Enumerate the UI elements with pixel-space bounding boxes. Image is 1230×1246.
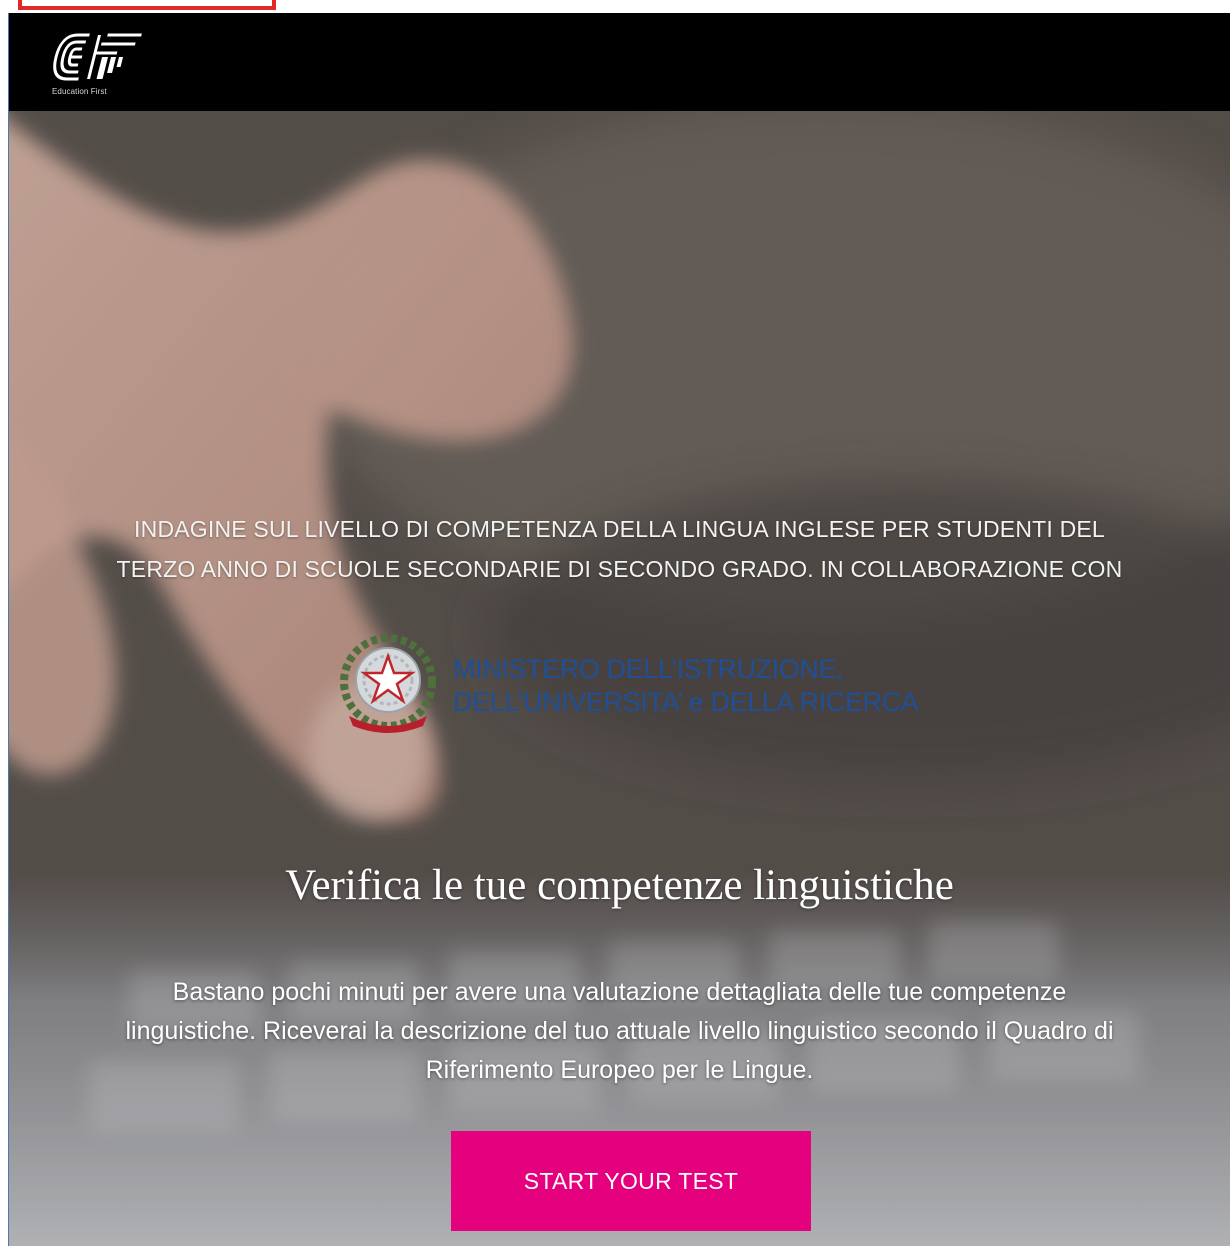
ministry-name-line-1: MINISTERO DELL’ISTRUZIONE, bbox=[453, 654, 844, 684]
survey-intro-line-1: INDAGINE SUL LIVELLO DI COMPETENZA DELLA… bbox=[134, 516, 1105, 542]
test-description: Bastano pochi minuti per avere una valut… bbox=[39, 973, 1200, 1090]
test-description-line-2: linguistiche. Riceverai la descrizione d… bbox=[125, 1017, 1114, 1045]
ministry-logo: MINISTERO DELL’ISTRUZIONE, DELL’UNIVERSI… bbox=[339, 632, 939, 736]
highlight-outline bbox=[18, 0, 276, 10]
survey-intro-line-2: TERZO ANNO DI SCUOLE SECONDARIE DI SECON… bbox=[116, 556, 1123, 582]
site-header: Education First bbox=[9, 13, 1230, 111]
test-description-line-3: Riferimento Europeo per le Lingue. bbox=[425, 1056, 814, 1084]
italian-republic-emblem-icon bbox=[339, 632, 437, 736]
survey-intro-text: INDAGINE SUL LIVELLO DI COMPETENZA DELLA… bbox=[9, 509, 1230, 589]
test-description-line-1: Bastano pochi minuti per avere una valut… bbox=[172, 978, 1067, 1006]
ministry-name-line-2: DELL’UNIVERSITA’ e DELLA RICERCA bbox=[453, 687, 919, 717]
window-left-edge bbox=[0, 13, 9, 1246]
start-test-button[interactable]: START YOUR TEST bbox=[451, 1131, 811, 1231]
logo-caption: Education First bbox=[52, 87, 107, 96]
page-title: Verifica le tue competenze linguistiche bbox=[285, 862, 954, 909]
hero-section: INDAGINE SUL LIVELLO DI COMPETENZA DELLA… bbox=[9, 111, 1230, 1246]
